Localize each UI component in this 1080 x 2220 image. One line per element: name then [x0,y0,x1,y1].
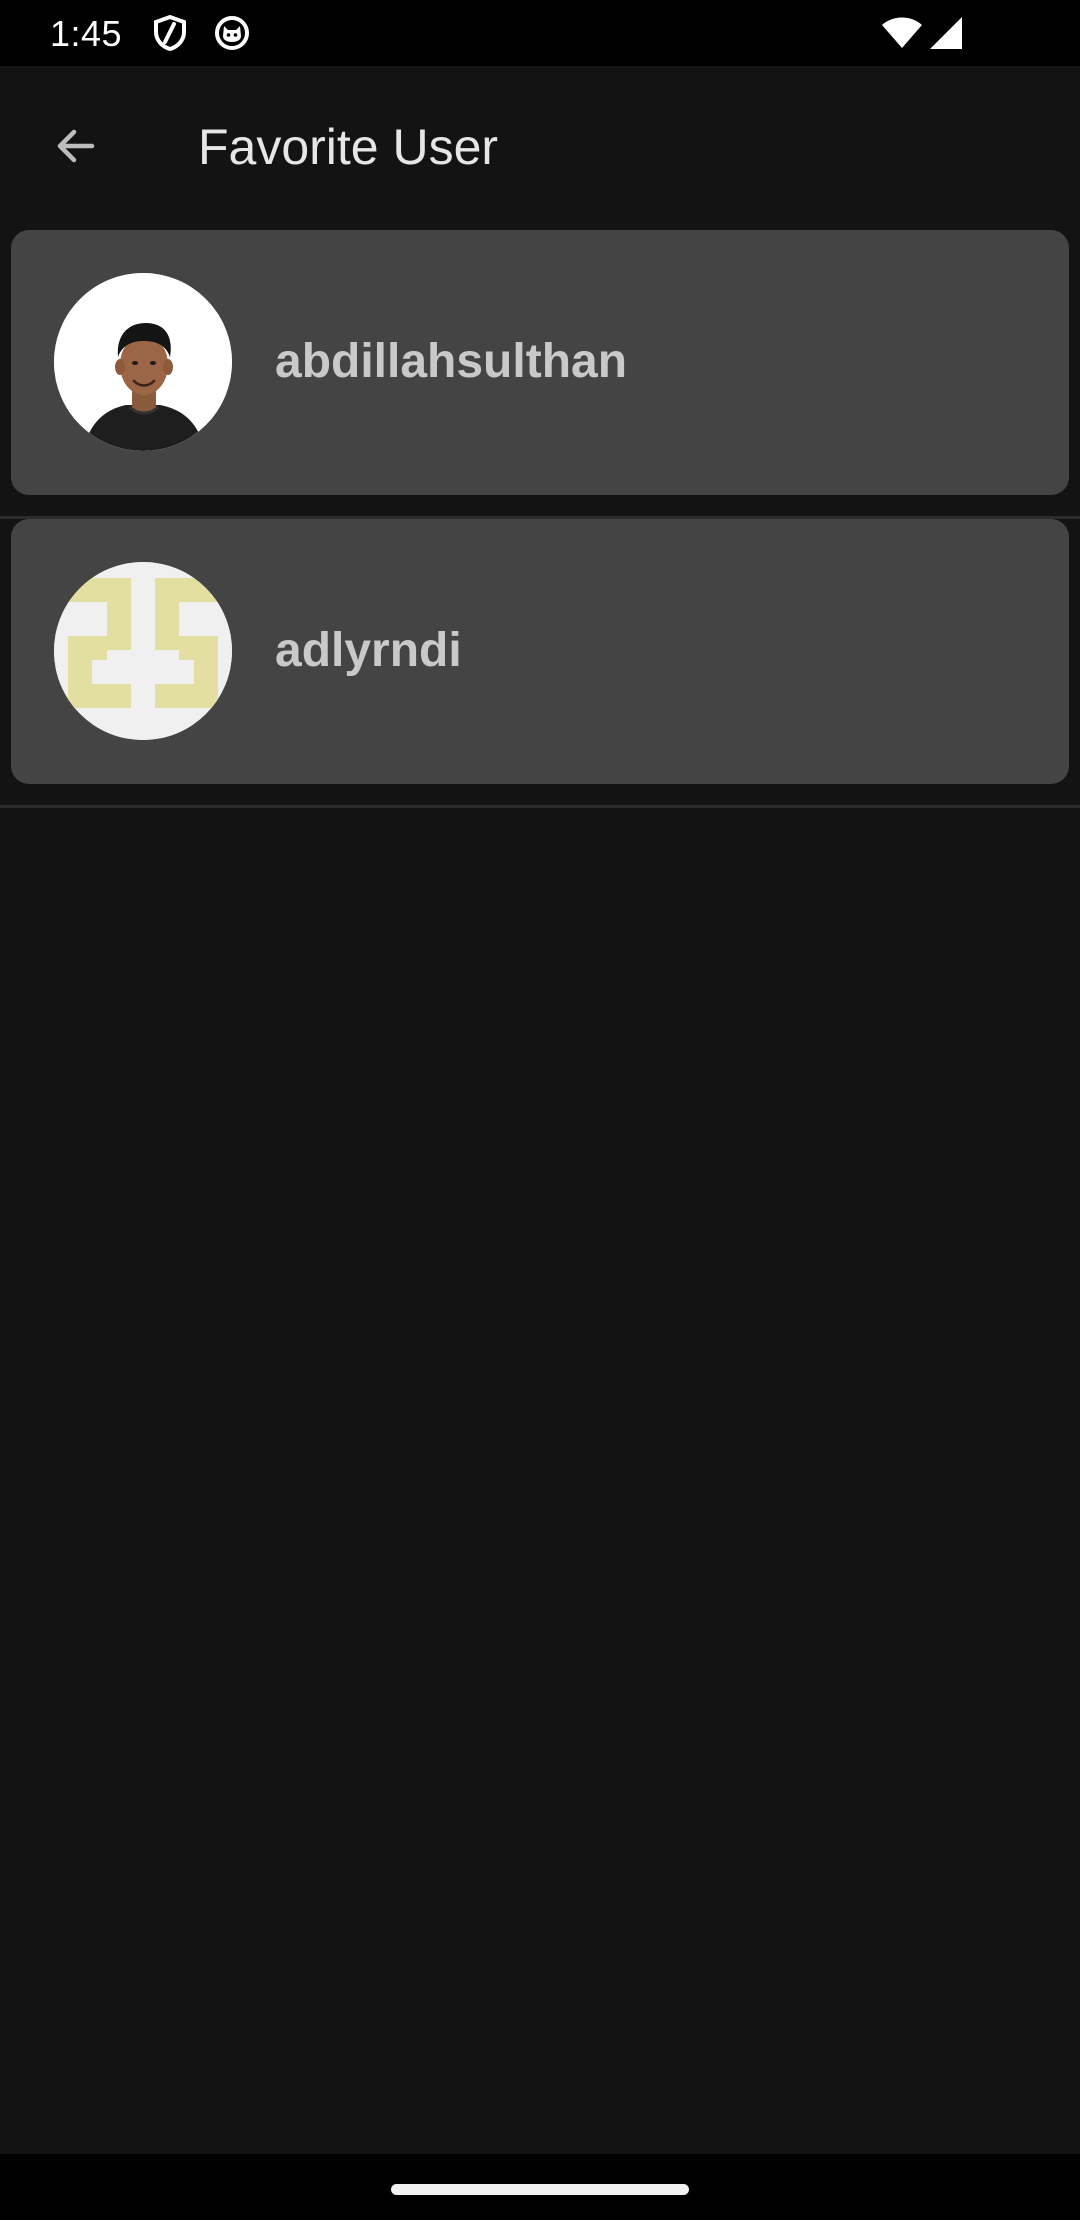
wifi-icon [880,15,924,51]
favorite-user-screen: 1:45 Favorite User abdillahsulthan adlyr… [0,0,1080,2220]
home-gesture-handle[interactable] [391,2184,689,2195]
back-button[interactable] [40,112,112,184]
shield-icon [152,15,188,51]
navigation-bar [0,2154,1080,2220]
username: adlyrndi [275,624,462,677]
list-item: adlyrndi [0,519,1080,808]
cat-icon [214,15,250,51]
app-bar: Favorite User [0,66,1080,224]
status-bar: 1:45 [0,0,1080,66]
favorite-user-list: abdillahsulthan adlyrndi [0,230,1080,808]
status-time: 1:45 [50,13,123,54]
user-card-adlyrndi[interactable]: adlyrndi [11,519,1069,784]
identicon [54,562,232,740]
page-title: Favorite User [198,119,499,175]
list-item: abdillahsulthan [0,230,1080,519]
arrow-back-icon [52,122,100,175]
profile-photo [54,273,232,451]
avatar [54,562,232,740]
username: abdillahsulthan [275,335,628,388]
cellular-signal-icon [928,15,964,51]
avatar [54,273,232,451]
user-card-abdillahsulthan[interactable]: abdillahsulthan [11,230,1069,495]
